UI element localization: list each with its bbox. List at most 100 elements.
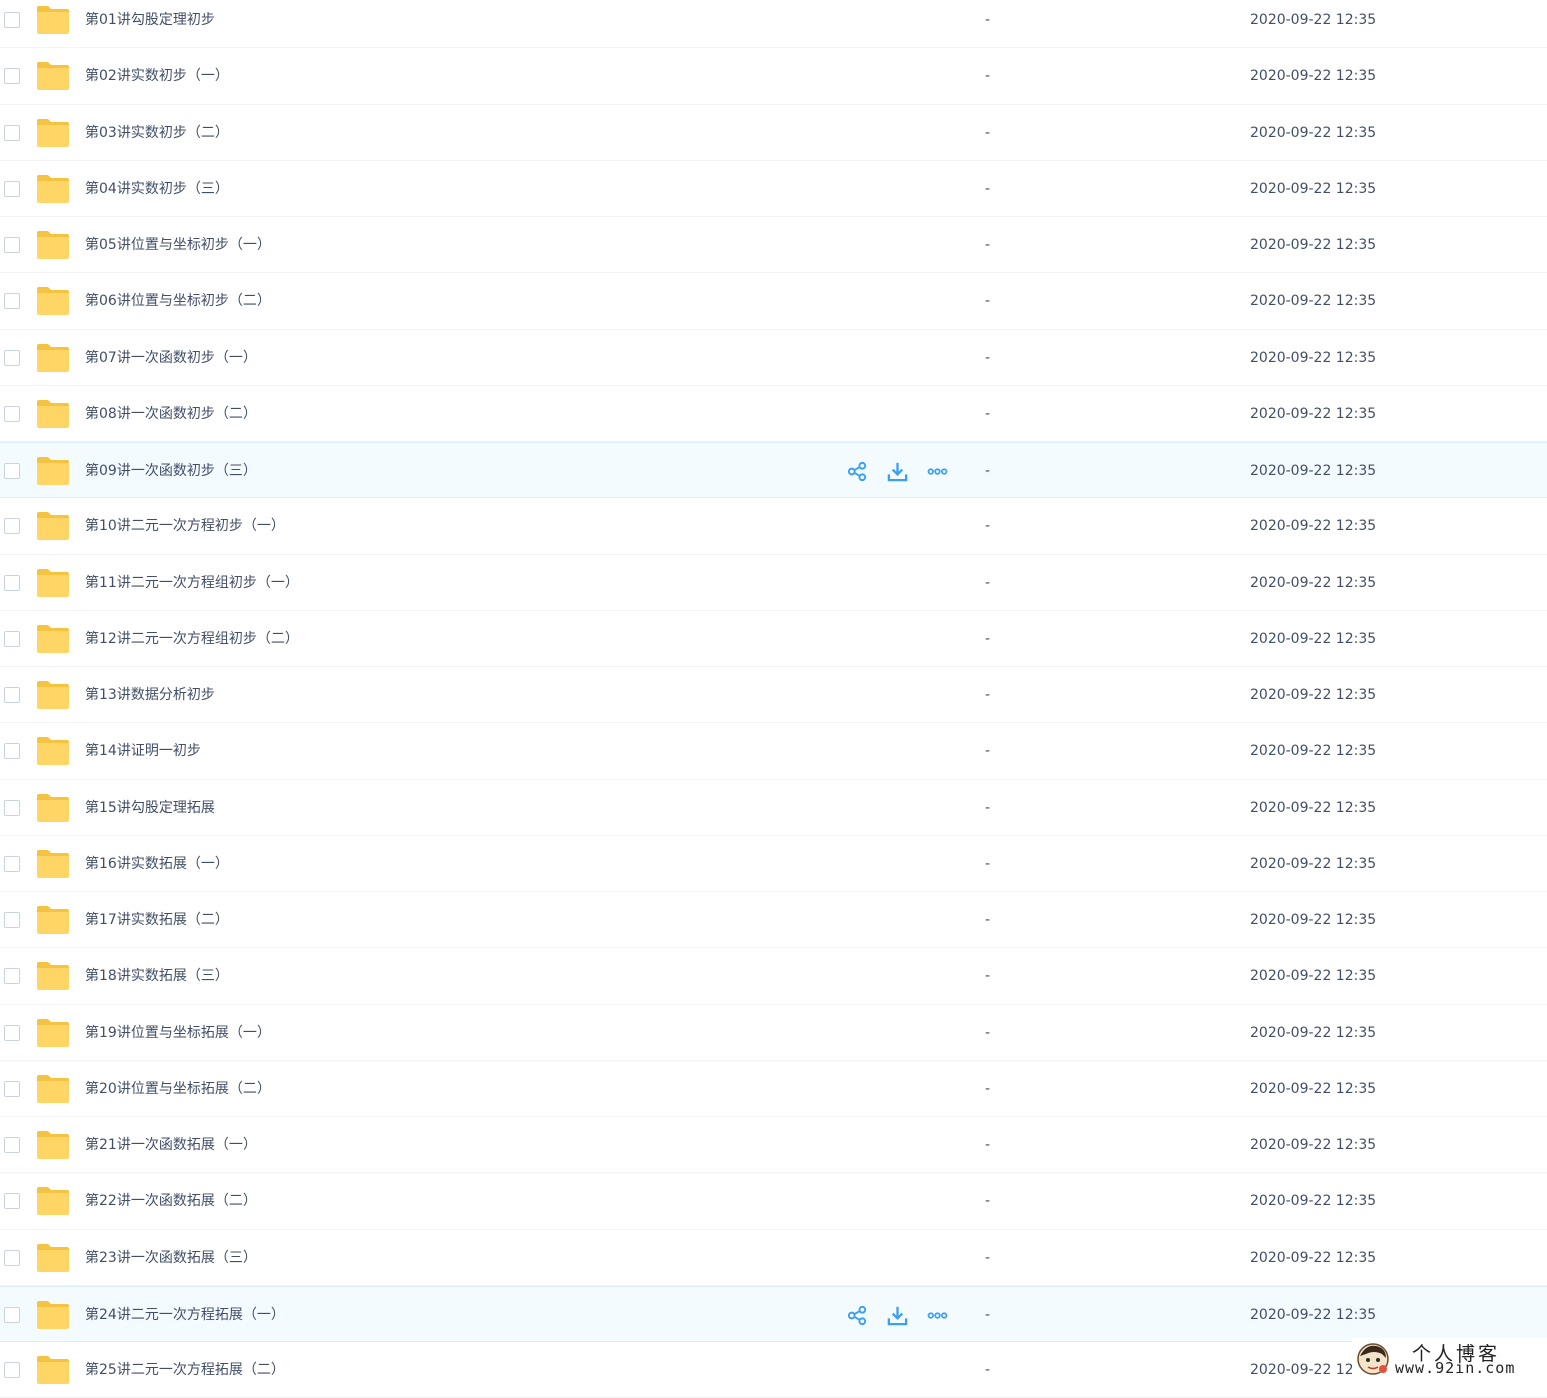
file-size: - <box>985 968 991 985</box>
file-date: 2020-09-22 12:35 <box>1250 1306 1377 1323</box>
file-row[interactable]: 第05讲位置与坐标初步（一） - 2020-09-22 12:35 <box>0 217 1547 274</box>
file-row[interactable]: 第13讲数据分析初步 - 2020-09-22 12:35 <box>0 667 1547 724</box>
row-checkbox[interactable] <box>4 180 20 197</box>
row-checkbox[interactable] <box>4 687 20 703</box>
file-name[interactable]: 第08讲一次函数初步（二） <box>85 403 257 425</box>
row-checkbox[interactable] <box>4 1193 20 1210</box>
file-size: - <box>985 687 991 703</box>
file-name[interactable]: 第11讲二元一次方程组初步（一） <box>85 572 299 594</box>
row-checkbox[interactable] <box>4 968 20 985</box>
file-size: - <box>985 799 991 816</box>
file-name[interactable]: 第20讲位置与坐标拓展（二） <box>85 1078 271 1100</box>
file-name[interactable]: 第02讲实数初步（一） <box>85 65 229 87</box>
file-row[interactable]: 第02讲实数初步（一） - 2020-09-22 12:35 <box>0 48 1547 105</box>
file-date: 2020-09-22 12:35 <box>1250 1080 1377 1097</box>
file-row[interactable]: 第18讲实数拓展（三） - 2020-09-22 12:35 <box>0 948 1547 1005</box>
file-row[interactable]: 第03讲实数初步（二） - 2020-09-22 12:35 <box>0 105 1547 161</box>
file-row[interactable]: 第10讲二元一次方程初步（一） - 2020-09-22 12:35 <box>0 498 1547 555</box>
row-checkbox[interactable] <box>4 463 20 479</box>
row-checkbox[interactable] <box>4 743 20 760</box>
row-checkbox[interactable] <box>4 124 20 141</box>
more-icon[interactable] <box>926 460 949 483</box>
file-row[interactable]: 第20讲位置与坐标拓展（二） - 2020-09-22 12:35 <box>0 1061 1547 1117</box>
file-row[interactable]: 第24讲二元一次方程拓展（一） - 2020-09-22 12:35 <box>0 1285 1547 1342</box>
file-name[interactable]: 第22讲一次函数拓展（二） <box>85 1190 257 1212</box>
file-date: 2020-09-22 12:35 <box>1250 463 1377 479</box>
file-row[interactable]: 第08讲一次函数初步（二） - 2020-09-22 12:35 <box>0 386 1547 442</box>
row-checkbox[interactable] <box>4 630 20 647</box>
file-date: 2020-09-22 12:35 <box>1250 124 1377 141</box>
share-icon[interactable] <box>846 1304 869 1327</box>
row-checkbox[interactable] <box>4 574 20 591</box>
file-size: - <box>985 68 991 85</box>
file-row[interactable]: 第23讲一次函数拓展（三） - 2020-09-22 12:35 <box>0 1230 1547 1286</box>
file-row[interactable]: 第21讲一次函数拓展（一） - 2020-09-22 12:35 <box>0 1117 1547 1174</box>
file-row[interactable]: 第16讲实数拓展（一） - 2020-09-22 12:35 <box>0 836 1547 892</box>
file-name[interactable]: 第07讲一次函数初步（一） <box>85 347 257 369</box>
file-name[interactable]: 第25讲二元一次方程拓展（二） <box>85 1359 285 1381</box>
download-icon[interactable] <box>886 460 909 483</box>
row-checkbox[interactable] <box>4 799 20 816</box>
file-name[interactable]: 第19讲位置与坐标拓展（一） <box>85 1022 271 1044</box>
share-icon[interactable] <box>846 460 869 483</box>
file-size: - <box>985 1362 991 1378</box>
file-row[interactable]: 第15讲勾股定理拓展 - 2020-09-22 12:35 <box>0 780 1547 836</box>
file-name[interactable]: 第10讲二元一次方程初步（一） <box>85 515 285 537</box>
row-checkbox[interactable] <box>4 1080 20 1097</box>
file-name[interactable]: 第03讲实数初步（二） <box>85 122 229 144</box>
file-row[interactable]: 第14讲证明一初步 - 2020-09-22 12:35 <box>0 723 1547 780</box>
download-icon[interactable] <box>886 1304 909 1327</box>
row-checkbox[interactable] <box>4 1362 20 1378</box>
file-row[interactable]: 第01讲勾股定理初步 - 2020-09-22 12:35 <box>0 0 1547 49</box>
row-checkbox[interactable] <box>4 293 20 310</box>
file-date: 2020-09-22 12:35 <box>1250 1193 1377 1210</box>
file-name[interactable]: 第13讲数据分析初步 <box>85 684 215 706</box>
file-name[interactable]: 第04讲实数初步（三） <box>85 178 229 200</box>
row-checkbox[interactable] <box>4 68 20 85</box>
file-date: 2020-09-22 12:35 <box>1250 1249 1377 1266</box>
file-row[interactable]: 第09讲一次函数初步（三） - 2020-09-22 12:35 <box>0 442 1547 499</box>
file-row[interactable]: 第22讲一次函数拓展（二） - 2020-09-22 12:35 <box>0 1173 1547 1230</box>
file-name[interactable]: 第15讲勾股定理拓展 <box>85 797 215 819</box>
folder-icon <box>37 1131 69 1159</box>
row-checkbox[interactable] <box>4 1306 20 1323</box>
file-row[interactable]: 第17讲实数拓展（二） - 2020-09-22 12:35 <box>0 892 1547 949</box>
row-checkbox[interactable] <box>4 349 20 366</box>
file-name[interactable]: 第09讲一次函数初步（三） <box>85 460 257 482</box>
row-actions <box>846 1304 949 1328</box>
file-name[interactable]: 第12讲二元一次方程组初步（二） <box>85 628 299 650</box>
row-checkbox[interactable] <box>4 518 20 535</box>
file-name[interactable]: 第05讲位置与坐标初步（一） <box>85 234 271 256</box>
file-name[interactable]: 第23讲一次函数拓展（三） <box>85 1247 257 1269</box>
row-checkbox[interactable] <box>4 1024 20 1041</box>
row-checkbox[interactable] <box>4 855 20 872</box>
file-name[interactable]: 第17讲实数拓展（二） <box>85 909 229 931</box>
file-row[interactable]: 第07讲一次函数初步（一） - 2020-09-22 12:35 <box>0 330 1547 386</box>
file-row[interactable]: 第25讲二元一次方程拓展（二） - 2020-09-22 12 <box>0 1342 1547 1398</box>
row-checkbox[interactable] <box>4 912 20 928</box>
file-row[interactable]: 第06讲位置与坐标初步（二） - 2020-09-22 12:35 <box>0 273 1547 330</box>
file-name[interactable]: 第24讲二元一次方程拓展（一） <box>85 1304 285 1326</box>
file-name[interactable]: 第01讲勾股定理初步 <box>85 9 215 31</box>
row-checkbox[interactable] <box>4 237 20 253</box>
file-name[interactable]: 第14讲证明一初步 <box>85 740 201 762</box>
more-icon[interactable] <box>926 1304 949 1327</box>
file-row[interactable]: 第12讲二元一次方程组初步（二） - 2020-09-22 12:35 <box>0 611 1547 667</box>
file-size: - <box>985 518 991 535</box>
file-name[interactable]: 第18讲实数拓展（三） <box>85 965 229 987</box>
row-checkbox[interactable] <box>4 405 20 422</box>
folder-icon <box>37 793 69 822</box>
file-name[interactable]: 第06讲位置与坐标初步（二） <box>85 290 271 312</box>
file-name[interactable]: 第21讲一次函数拓展（一） <box>85 1134 257 1156</box>
file-row[interactable]: 第19讲位置与坐标拓展（一） - 2020-09-22 12:35 <box>0 1005 1547 1061</box>
watermark: 个人博客 www.92in.com <box>1352 1338 1547 1380</box>
row-checkbox[interactable] <box>4 1249 20 1266</box>
file-name[interactable]: 第16讲实数拓展（一） <box>85 853 229 875</box>
folder-icon <box>37 1074 69 1103</box>
file-row[interactable]: 第11讲二元一次方程组初步（一） - 2020-09-22 12:35 <box>0 555 1547 611</box>
file-row[interactable]: 第04讲实数初步（三） - 2020-09-22 12:35 <box>0 161 1547 217</box>
row-checkbox[interactable] <box>4 12 20 28</box>
row-checkbox[interactable] <box>4 1137 20 1153</box>
file-date: 2020-09-22 12:35 <box>1250 12 1377 28</box>
file-date: 2020-09-22 12 <box>1250 1362 1354 1378</box>
